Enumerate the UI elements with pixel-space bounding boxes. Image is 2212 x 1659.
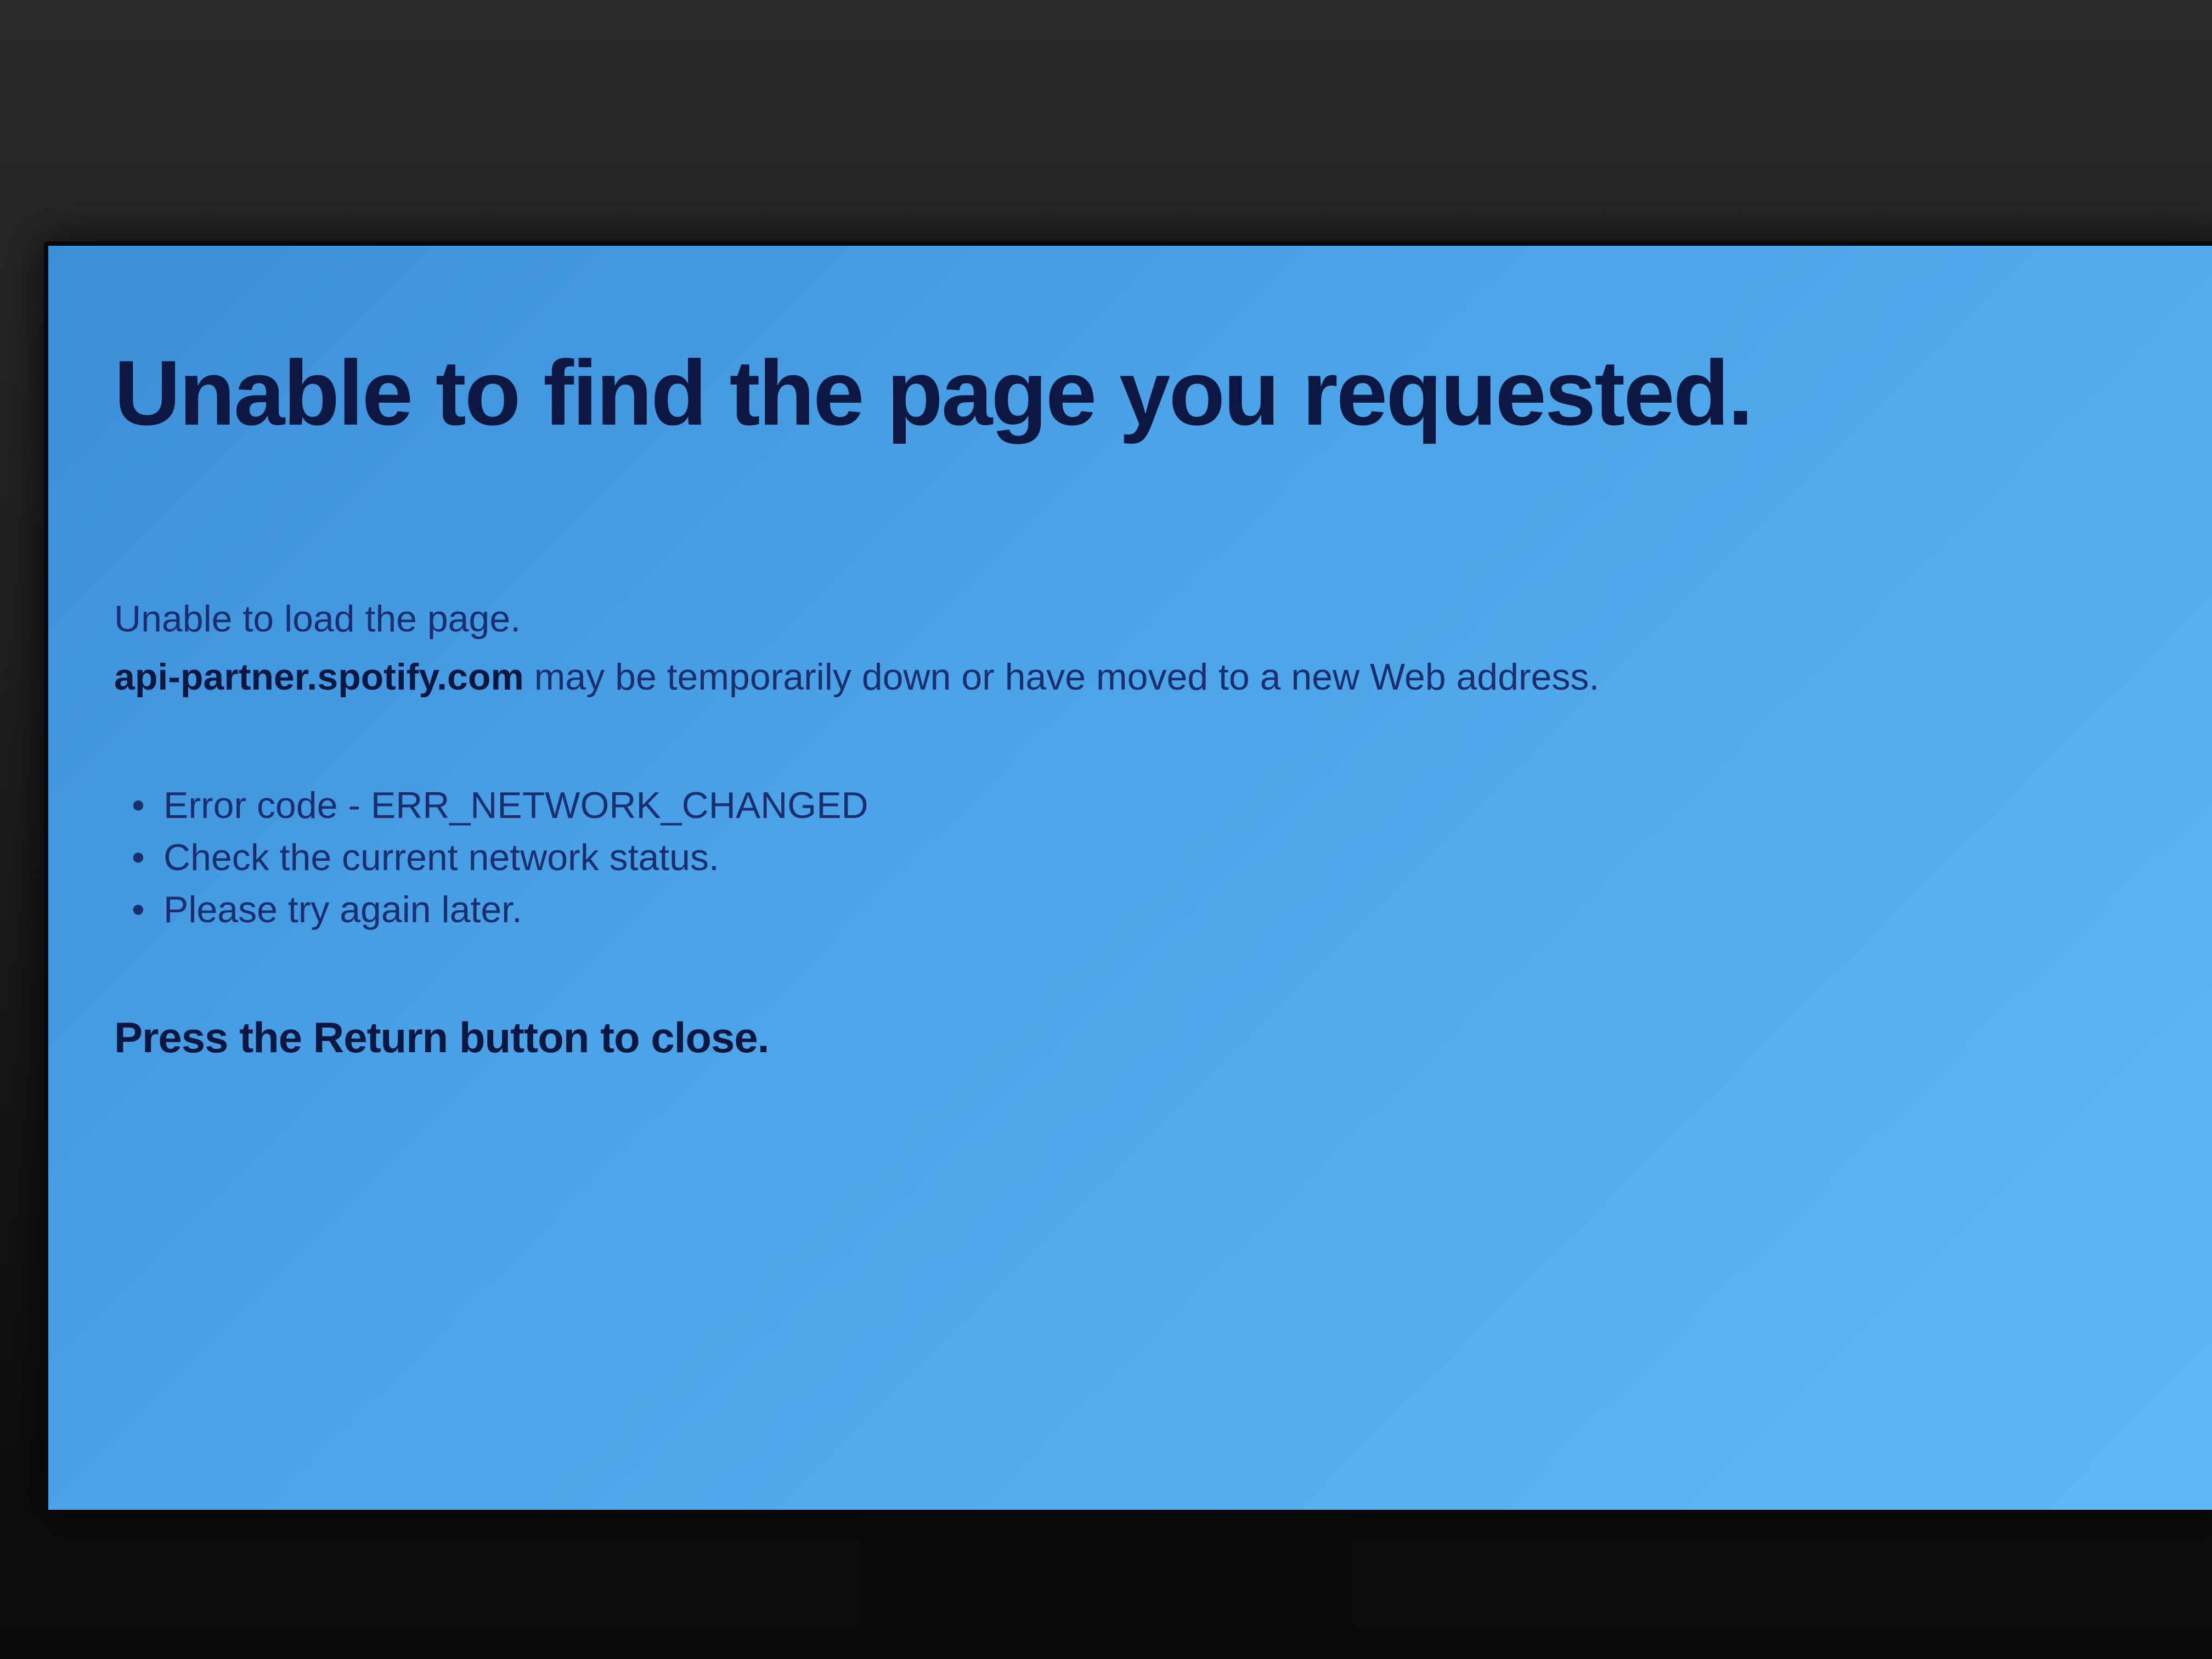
error-bullet-item: Check the current network status.: [114, 832, 2157, 884]
error-domain: api-partner.spotify.com: [114, 656, 524, 698]
error-bullet-item: Error code - ERR_NETWORK_CHANGED: [114, 780, 2157, 832]
error-subtitle: Unable to load the page.: [114, 595, 2157, 643]
tv-screen: Unable to find the page you requested. U…: [48, 246, 2212, 1510]
error-detail-suffix: may be temporarily down or have moved to…: [524, 656, 1599, 698]
error-detail: api-partner.spotify.com may be temporari…: [114, 652, 2157, 703]
close-instruction: Press the Return button to close.: [114, 1013, 2157, 1063]
error-title: Unable to find the page you requested.: [114, 345, 2157, 441]
error-bullet-item: Please try again later.: [114, 884, 2157, 936]
tv-stand: [859, 1516, 1353, 1659]
error-bullet-list: Error code - ERR_NETWORK_CHANGED Check t…: [114, 780, 2157, 936]
tv-frame: Unable to find the page you requested. U…: [44, 241, 2212, 1514]
